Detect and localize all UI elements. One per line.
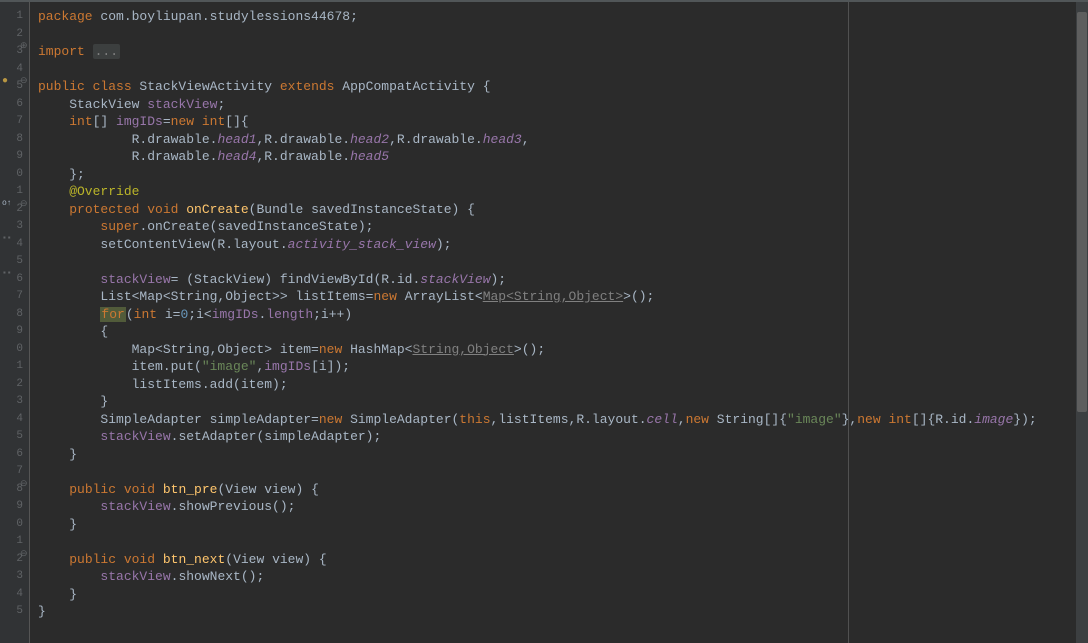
code-line: } — [38, 446, 1088, 464]
code-line: SimpleAdapter simpleAdapter=new SimpleAd… — [38, 411, 1088, 429]
code-line: stackView= (StackView) findViewById(R.id… — [38, 271, 1088, 289]
code-line: }; — [38, 166, 1088, 184]
gutter[interactable]: ● ⊕ ⊖ o↑ ⊖ ▪▪ ▪▪ ⊖ ⊖ 1 2 3 4 5 6 7 8 9 0… — [0, 2, 30, 643]
code-line: stackView.setAdapter(simpleAdapter); — [38, 428, 1088, 446]
code-line: R.drawable.head1,R.drawable.head2,R.draw… — [38, 131, 1088, 149]
code-line: List<Map<String,Object>> listItems=new A… — [38, 288, 1088, 306]
scrollbar-thumb[interactable] — [1077, 12, 1087, 412]
code-line: public void btn_next(View view) { — [38, 551, 1088, 569]
code-line: R.drawable.head4,R.drawable.head5 — [38, 148, 1088, 166]
editor-container: ● ⊕ ⊖ o↑ ⊖ ▪▪ ▪▪ ⊖ ⊖ 1 2 3 4 5 6 7 8 9 0… — [0, 2, 1088, 643]
import-fold[interactable]: ... — [93, 44, 120, 59]
breakpoint-icon[interactable]: ▪▪ — [2, 269, 16, 283]
margin-line — [848, 2, 849, 643]
code-line: public class StackViewActivity extends A… — [38, 78, 1088, 96]
line-numbers: 1 2 3 4 5 6 7 8 9 0 1 2 3 4 5 6 7 8 9 0 … — [16, 8, 23, 621]
code-line: public void btn_pre(View view) { — [38, 481, 1088, 499]
code-line — [38, 26, 1088, 44]
code-line: import ... — [38, 43, 1088, 61]
code-line: } — [38, 586, 1088, 604]
code-line — [38, 253, 1088, 271]
code-line — [38, 463, 1088, 481]
class-icon[interactable]: ● — [2, 76, 16, 90]
code-line — [38, 533, 1088, 551]
code-line: Map<String,Object> item=new HashMap<Stri… — [38, 341, 1088, 359]
code-line: StackView stackView; — [38, 96, 1088, 114]
code-line — [38, 61, 1088, 79]
scrollbar-vertical[interactable] — [1076, 2, 1088, 643]
code-line: for(int i=0;i<imgIDs.length;i++) — [38, 306, 1088, 324]
code-line: { — [38, 323, 1088, 341]
code-line: } — [38, 603, 1088, 621]
code-line: listItems.add(item); — [38, 376, 1088, 394]
code-line: @Override — [38, 183, 1088, 201]
breakpoint-icon[interactable]: ▪▪ — [2, 234, 16, 248]
code-line: } — [38, 516, 1088, 534]
code-line: item.put("image",imgIDs[i]); — [38, 358, 1088, 376]
override-icon[interactable]: o↑ — [2, 199, 16, 213]
code-line: setContentView(R.layout.activity_stack_v… — [38, 236, 1088, 254]
code-line: package com.boyliupan.studylessions44678… — [38, 8, 1088, 26]
code-line: int[] imgIDs=new int[]{ — [38, 113, 1088, 131]
code-line: stackView.showNext(); — [38, 568, 1088, 586]
code-line: stackView.showPrevious(); — [38, 498, 1088, 516]
code-area[interactable]: package com.boyliupan.studylessions44678… — [30, 2, 1088, 643]
code-line: } — [38, 393, 1088, 411]
code-line: protected void onCreate(Bundle savedInst… — [38, 201, 1088, 219]
code-line: super.onCreate(savedInstanceState); — [38, 218, 1088, 236]
